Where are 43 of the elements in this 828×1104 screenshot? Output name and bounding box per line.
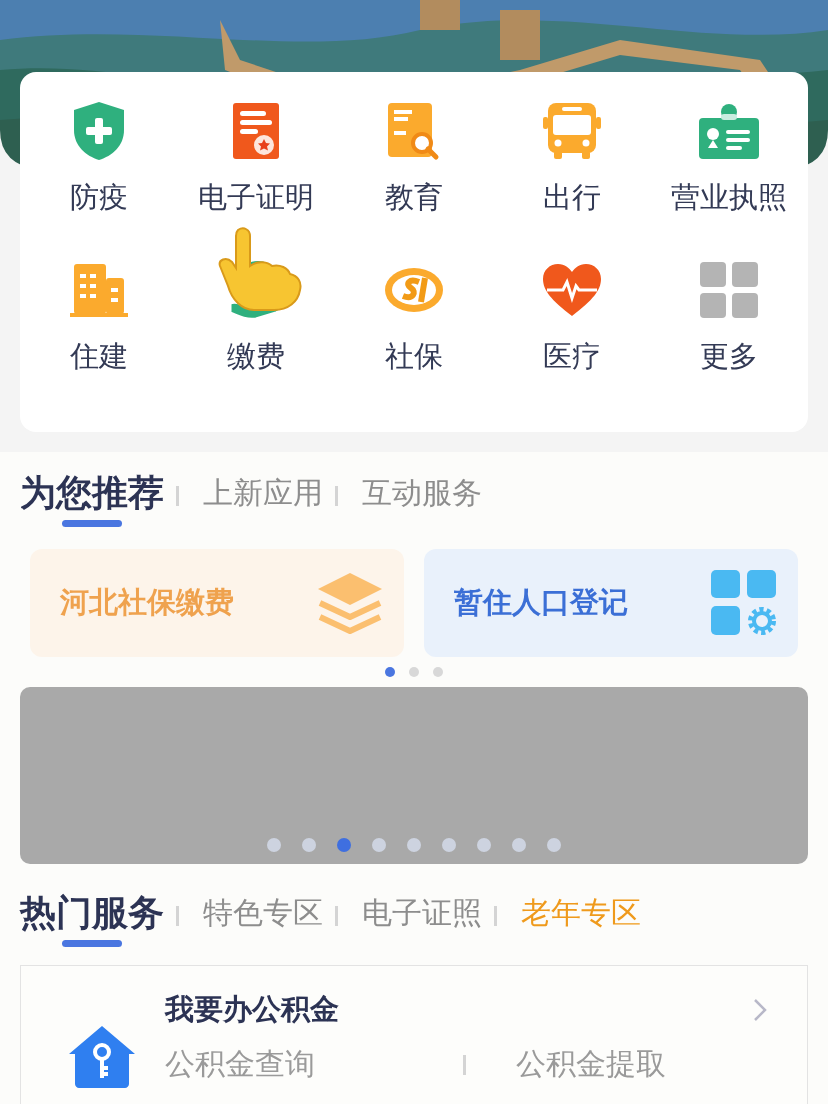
card-title: 暂住人口登记 <box>454 584 628 621</box>
id-card-icon <box>698 102 761 160</box>
page-dot[interactable] <box>442 838 456 852</box>
service-label[interactable]: 医疗 <box>542 337 601 377</box>
apps-gear-icon <box>710 569 778 637</box>
tab[interactable]: 热门服务 <box>20 892 164 947</box>
service-label[interactable]: 电子证明 <box>198 178 315 218</box>
service-label[interactable]: 出行 <box>542 178 601 218</box>
emblem-icon <box>383 266 445 314</box>
tab-underline <box>62 520 122 527</box>
service-label[interactable]: 营业执照 <box>671 178 788 218</box>
heart-pulse-icon <box>540 262 603 318</box>
page-dot[interactable] <box>302 838 316 852</box>
card-title: 河北社保缴费 <box>60 584 234 621</box>
page-dot[interactable] <box>433 667 443 677</box>
page-dot[interactable] <box>409 667 419 677</box>
page-dot[interactable] <box>547 838 561 852</box>
recommend-card[interactable]: 暂住人口登记 <box>424 549 798 657</box>
tab[interactable]: 为您推荐 <box>20 472 164 527</box>
page-dot[interactable] <box>512 838 526 852</box>
service-title: 我要办公积金 <box>165 991 340 1028</box>
page-dot[interactable] <box>337 838 351 852</box>
chevron-right-icon[interactable] <box>753 998 767 1022</box>
house-key-icon <box>67 1024 137 1088</box>
page-dot[interactable] <box>407 838 421 852</box>
service-label[interactable]: 教育 <box>385 178 443 218</box>
page-dot[interactable] <box>267 838 281 852</box>
service-label[interactable]: 住建 <box>69 337 128 377</box>
bus-icon <box>541 101 602 161</box>
tab-underline <box>62 940 122 947</box>
banner[interactable] <box>20 687 808 864</box>
building-icon <box>67 262 130 318</box>
pointing-hand-icon <box>218 226 304 312</box>
service-label[interactable]: 防疫 <box>69 178 128 218</box>
page-dot[interactable] <box>372 838 386 852</box>
service-label[interactable]: 缴费 <box>227 337 286 377</box>
service-label[interactable]: 更多 <box>700 337 759 377</box>
service-card[interactable]: 我要办公积金 公积金查询 公积金提取 <box>20 965 808 1104</box>
shield-plus-icon <box>71 100 126 162</box>
service-label[interactable]: 社保 <box>385 337 443 377</box>
page-dot[interactable] <box>477 838 491 852</box>
grid-icon <box>699 261 760 319</box>
page-dot[interactable] <box>385 667 395 677</box>
